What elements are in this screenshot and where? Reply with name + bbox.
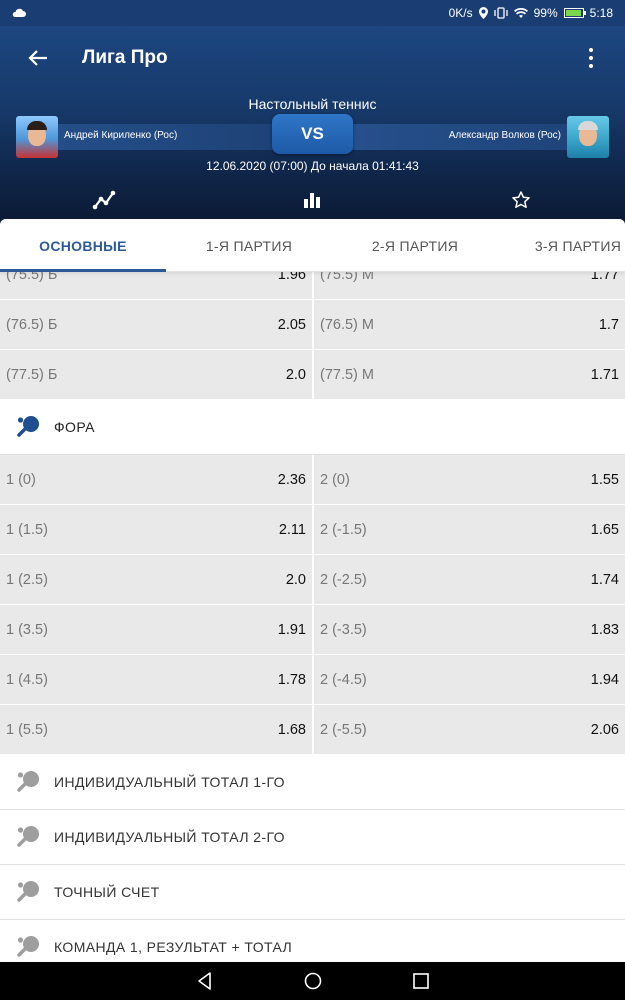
nav-home-icon[interactable] bbox=[303, 971, 323, 991]
table-row: 1 (0) 2.36 2 (0) 1.55 bbox=[0, 455, 625, 505]
table-tennis-paddle-icon bbox=[16, 934, 42, 960]
odd-under-button[interactable]: (77.5) М 1.71 bbox=[312, 350, 625, 399]
dot-icon bbox=[589, 64, 593, 68]
period-tabs: ОСНОВНЫЕ 1-Я ПАРТИЯ 2-Я ПАРТИЯ 3-Я ПАРТИ… bbox=[0, 219, 625, 272]
market-header-team1-result-total[interactable]: КОМАНДА 1, РЕЗУЛЬТАТ + ТОТАЛ bbox=[0, 920, 625, 962]
odd-team2-button[interactable]: 2 (-1.5) 1.65 bbox=[312, 505, 625, 554]
app-bar: Лига Про bbox=[0, 26, 625, 90]
tab-set-1[interactable]: 1-Я ПАРТИЯ bbox=[166, 219, 332, 272]
battery-icon bbox=[563, 8, 586, 18]
wifi-icon bbox=[513, 8, 528, 18]
table-row: (77.5) Б 2.0 (77.5) М 1.71 bbox=[0, 350, 625, 400]
vs-badge: VS bbox=[272, 114, 353, 154]
arrow-left-icon bbox=[28, 50, 47, 66]
player1-name: Андрей Кириленко (Рос) bbox=[64, 130, 178, 141]
odd-team2-button[interactable]: 2 (-4.5) 1.94 bbox=[312, 655, 625, 704]
odd-over-button[interactable]: (77.5) Б 2.0 bbox=[0, 350, 312, 399]
favorite-button[interactable] bbox=[508, 187, 534, 213]
back-button[interactable] bbox=[22, 42, 54, 74]
player2-name: Александр Волков (Рос) bbox=[448, 130, 561, 141]
cloud-icon bbox=[12, 8, 26, 17]
location-icon bbox=[478, 7, 488, 19]
markets-list: (75.5) Б 1.96 (75.5) М 1.77 (76.5) Б 2.05 (… bbox=[0, 250, 625, 962]
odd-team1-button[interactable]: 1 (0) 2.36 bbox=[0, 455, 312, 504]
odd-team2-button[interactable]: 2 (-3.5) 1.83 bbox=[312, 605, 625, 654]
odd-team1-button[interactable]: 1 (1.5) 2.11 bbox=[0, 505, 312, 554]
page-title: Лига Про bbox=[82, 47, 168, 68]
market-header-fora[interactable]: ФОРА bbox=[0, 400, 625, 455]
sport-name: Настольный теннис bbox=[248, 96, 377, 112]
player2-avatar bbox=[567, 116, 609, 158]
tab-set-2[interactable]: 2-Я ПАРТИЯ bbox=[332, 219, 498, 272]
header-actions bbox=[0, 181, 625, 221]
match-header: Лига Про Настольный теннис Андрей Кириле… bbox=[0, 26, 625, 226]
odd-team2-button[interactable]: 2 (0) 1.55 bbox=[312, 455, 625, 504]
star-icon bbox=[512, 191, 530, 208]
market-header-exact-score[interactable]: ТОЧНЫЙ СЧЕТ bbox=[0, 865, 625, 920]
odd-over-button[interactable]: (76.5) Б 2.05 bbox=[0, 300, 312, 349]
odd-team2-button[interactable]: 2 (-2.5) 1.74 bbox=[312, 555, 625, 604]
player1-avatar bbox=[16, 116, 58, 158]
markets-panel: ОСНОВНЫЕ 1-Я ПАРТИЯ 2-Я ПАРТИЯ 3-Я ПАРТИ… bbox=[0, 219, 625, 962]
clock: 5:18 bbox=[589, 6, 613, 20]
market-title: КОМАНДА 1, РЕЗУЛЬТАТ + ТОТАЛ bbox=[54, 939, 293, 955]
table-tennis-paddle-icon bbox=[16, 769, 42, 795]
table-tennis-paddle-icon bbox=[16, 879, 42, 905]
trend-icon bbox=[92, 190, 116, 210]
table-row: 1 (1.5) 2.11 2 (-1.5) 1.65 bbox=[0, 505, 625, 555]
odd-team1-button[interactable]: 1 (3.5) 1.91 bbox=[0, 605, 312, 654]
market-title: ФОРА bbox=[54, 419, 95, 435]
nav-back-icon[interactable] bbox=[195, 971, 215, 991]
market-title: ИНДИВИДУАЛЬНЫЙ ТОТАЛ 2-ГО bbox=[54, 829, 285, 845]
table-row: 1 (5.5) 1.68 2 (-5.5) 2.06 bbox=[0, 705, 625, 755]
market-header-individual-total-1[interactable]: ИНДИВИДУАЛЬНЫЙ ТОТАЛ 1-ГО bbox=[0, 755, 625, 810]
statistics-button[interactable] bbox=[299, 187, 325, 213]
system-nav-bar bbox=[0, 962, 625, 1000]
odd-team1-button[interactable]: 1 (4.5) 1.78 bbox=[0, 655, 312, 704]
more-options-button[interactable] bbox=[579, 44, 603, 72]
dot-icon bbox=[589, 48, 593, 52]
table-row: 1 (2.5) 2.0 2 (-2.5) 1.74 bbox=[0, 555, 625, 605]
dot-icon bbox=[589, 56, 593, 60]
match-datetime: 12.06.2020 (07:00) До начала 01:41:43 bbox=[206, 159, 419, 173]
table-tennis-paddle-icon bbox=[16, 414, 42, 440]
odd-team1-button[interactable]: 1 (2.5) 2.0 bbox=[0, 555, 312, 604]
tab-main[interactable]: ОСНОВНЫЕ bbox=[0, 219, 166, 272]
table-row: 1 (4.5) 1.78 2 (-4.5) 1.94 bbox=[0, 655, 625, 705]
odd-team1-button[interactable]: 1 (5.5) 1.68 bbox=[0, 705, 312, 754]
vibrate-icon bbox=[493, 7, 508, 19]
table-row: 1 (3.5) 1.91 2 (-3.5) 1.83 bbox=[0, 605, 625, 655]
bar-chart-icon bbox=[304, 193, 320, 208]
network-speed: 0K/s bbox=[448, 6, 473, 20]
status-bar: 0K/s 99% 5:18 bbox=[0, 0, 625, 26]
trend-button[interactable] bbox=[91, 187, 117, 213]
odd-team2-button[interactable]: 2 (-5.5) 2.06 bbox=[312, 705, 625, 754]
market-title: ИНДИВИДУАЛЬНЫЙ ТОТАЛ 1-ГО bbox=[54, 774, 285, 790]
market-title: ТОЧНЫЙ СЧЕТ bbox=[54, 884, 160, 900]
table-row: (76.5) Б 2.05 (76.5) М 1.7 bbox=[0, 300, 625, 350]
market-header-individual-total-2[interactable]: ИНДИВИДУАЛЬНЫЙ ТОТАЛ 2-ГО bbox=[0, 810, 625, 865]
battery-percent: 99% bbox=[533, 6, 558, 20]
tab-set-3[interactable]: 3-Я ПАРТИЯ bbox=[498, 219, 625, 272]
nav-recents-icon[interactable] bbox=[411, 971, 431, 991]
odd-under-button[interactable]: (76.5) М 1.7 bbox=[312, 300, 625, 349]
match-players: Андрей Кириленко (Рос) Александр Волков … bbox=[0, 114, 625, 160]
table-tennis-paddle-icon bbox=[16, 824, 42, 850]
